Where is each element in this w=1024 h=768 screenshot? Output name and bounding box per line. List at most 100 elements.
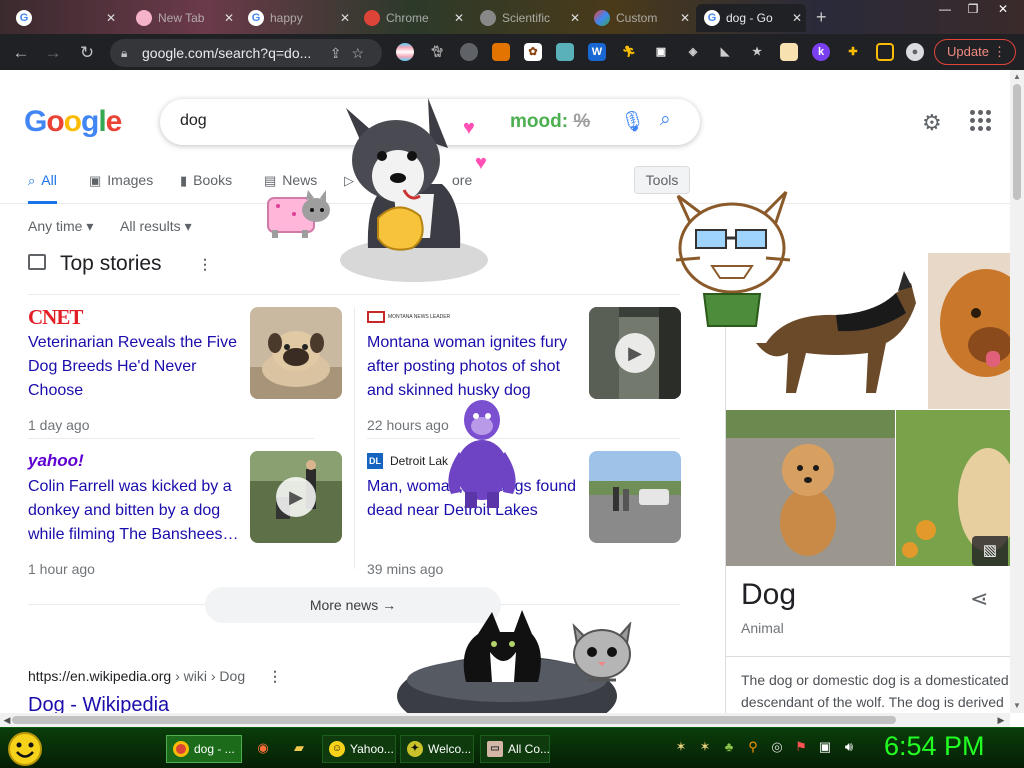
profile-avatar-icon[interactable]: ● xyxy=(906,43,924,61)
close-icon[interactable]: ✕ xyxy=(788,11,806,25)
tab-all[interactable]: ⌕ All xyxy=(28,172,57,204)
new-tab-icon[interactable]: + xyxy=(816,7,827,28)
star-extension-icon[interactable]: ★ xyxy=(748,43,766,61)
pug-thumbnail[interactable] xyxy=(250,307,342,399)
any-time-filter[interactable]: Any time ▾ xyxy=(28,218,93,235)
paw-extension-icon[interactable]: ✿ xyxy=(524,43,542,61)
maximize-icon[interactable]: ❐ xyxy=(958,0,988,18)
bookmark-star-icon[interactable]: ☆ xyxy=(351,45,374,61)
news-card[interactable]: DL Detroit Lak Man, woman, two dogs foun… xyxy=(367,451,697,595)
play-icon[interactable]: ▶ xyxy=(615,333,655,373)
sidepanel-icon[interactable] xyxy=(876,43,894,61)
k-extension-icon[interactable]: k xyxy=(812,43,830,61)
browser-tab[interactable]: G happy ✕ xyxy=(240,4,354,32)
news-headline[interactable]: Montana woman ignites fury after posting… xyxy=(367,331,579,403)
omnibox[interactable]: 🔒︎ google.com/search?q=do... ⇪☆ xyxy=(110,39,382,67)
scroll-down-icon[interactable]: ▼ xyxy=(1013,701,1021,711)
tab-books[interactable]: ▮ Books xyxy=(180,172,232,204)
search-icon[interactable]: ⌕ xyxy=(660,109,671,131)
tray-bird-icon[interactable]: ✶ xyxy=(696,739,714,755)
close-icon[interactable]: ✕ xyxy=(220,11,238,25)
tray-bird-icon[interactable]: ✶ xyxy=(672,739,690,755)
close-window-icon[interactable]: ✕ xyxy=(988,0,1018,18)
video-thumbnail[interactable]: ▶ xyxy=(589,307,681,399)
google-apps-icon[interactable] xyxy=(970,110,992,132)
taskbar-item-chrome[interactable]: dog - ... xyxy=(166,735,242,763)
horizontal-scrollbar[interactable]: ◀ ▶ xyxy=(0,713,1010,727)
settings-gear-icon[interactable]: ⚙ xyxy=(922,110,942,136)
video-thumbnail[interactable]: ▶ xyxy=(250,451,342,543)
more-vert-icon[interactable]: ⋮ xyxy=(198,256,212,273)
forward-icon[interactable]: → xyxy=(42,42,64,64)
fox-extension-icon[interactable] xyxy=(492,43,510,61)
scroll-left-icon[interactable]: ◀ xyxy=(2,715,12,725)
image-icon: ▣ xyxy=(89,173,102,188)
browser-tab[interactable]: G ✕ xyxy=(8,4,120,32)
share-icon[interactable]: ⋖ xyxy=(970,586,988,612)
microphone-icon[interactable]: 🎙︎ xyxy=(620,109,645,134)
close-icon[interactable]: ✕ xyxy=(676,11,694,25)
play-icon[interactable]: ▶ xyxy=(276,477,316,517)
cat-face-extension-icon[interactable] xyxy=(556,43,574,61)
tray-flag-icon[interactable]: ⚑ xyxy=(792,739,810,755)
close-icon[interactable]: ✕ xyxy=(102,11,120,25)
tray-search-icon[interactable]: ⚲ xyxy=(744,739,762,755)
vertical-scrollbar[interactable]: ▲ ▼ xyxy=(1010,70,1024,713)
cool-cat-sticker xyxy=(674,190,792,336)
cat-silhouette-extension-icon[interactable]: ◣ xyxy=(716,43,734,61)
search-input[interactable]: dog xyxy=(180,112,207,130)
shield-extension-icon[interactable]: ◈ xyxy=(684,43,702,61)
news-headline[interactable]: Colin Farrell was kicked by a donkey and… xyxy=(28,475,240,547)
result-title-link[interactable]: Dog - Wikipedia xyxy=(28,694,169,713)
browser-tab-active[interactable]: G dog - Go ✕ xyxy=(696,4,806,32)
golden-puppy-image[interactable] xyxy=(726,410,895,566)
news-card[interactable]: yahoo! Colin Farrell was kicked by a don… xyxy=(28,451,358,595)
scroll-thumb[interactable] xyxy=(1013,84,1021,200)
puzzle-extension-icon[interactable]: ✚ xyxy=(844,43,862,61)
crime-scene-thumbnail[interactable] xyxy=(589,451,681,543)
close-icon[interactable]: ✕ xyxy=(450,11,468,25)
image-gallery-icon[interactable]: ▧ xyxy=(972,536,1008,566)
close-icon[interactable]: ✕ xyxy=(566,11,584,25)
taskbar-item-yahoo[interactable]: ☺ Yahoo... xyxy=(322,735,396,763)
puppy-image[interactable] xyxy=(928,253,1010,409)
news-card[interactable]: CNET Veterinarian Reveals the Five Dog B… xyxy=(28,305,358,451)
scroll-thumb[interactable] xyxy=(12,716,896,724)
google-logo[interactable]: Google xyxy=(24,105,122,139)
tray-disc-icon[interactable]: ◎ xyxy=(768,739,786,755)
folder-icon[interactable]: ▰ xyxy=(290,738,308,758)
news-headline[interactable]: Veterinarian Reveals the Five Dog Breeds… xyxy=(28,331,240,403)
reload-icon[interactable]: ↻ xyxy=(76,42,98,64)
scroll-up-icon[interactable]: ▲ xyxy=(1013,72,1021,82)
tray-network-icon[interactable]: ▣ xyxy=(816,739,834,755)
scroll-right-icon[interactable]: ▶ xyxy=(996,715,1006,725)
tab-images[interactable]: ▣ Images xyxy=(89,172,153,204)
tray-volume-icon[interactable]: 🔊︎ xyxy=(840,739,858,755)
extension-icon[interactable] xyxy=(460,43,478,61)
browser-tab[interactable]: Custom ✕ xyxy=(586,4,694,32)
face-extension-icon[interactable] xyxy=(780,43,798,61)
system-clock[interactable]: 6:54 PM xyxy=(884,731,985,762)
update-button[interactable]: Update ⋮ xyxy=(934,39,1016,65)
all-results-filter[interactable]: All results ▾ xyxy=(120,218,192,235)
browser-tab[interactable]: Chrome ✕ xyxy=(356,4,468,32)
more-vert-icon[interactable]: ⋮ xyxy=(268,668,282,685)
minimize-icon[interactable]: — xyxy=(930,0,960,18)
tray-leaf-icon[interactable]: ♣ xyxy=(720,739,738,754)
pride-extension-icon[interactable] xyxy=(396,43,414,61)
w-extension-icon[interactable]: W xyxy=(588,43,606,61)
ghost-extension-icon[interactable]: ▣ xyxy=(652,43,670,61)
runner-extension-icon[interactable]: 🏃︎ xyxy=(620,43,638,61)
taskbar-item-all-controls[interactable]: ▭ All Co... xyxy=(480,735,550,763)
share-icon[interactable]: ⇪ xyxy=(330,45,352,61)
start-button[interactable] xyxy=(6,731,44,766)
browser-tab[interactable]: New Tab ✕ xyxy=(128,4,238,32)
browser-tab[interactable]: Scientific ✕ xyxy=(472,4,584,32)
firefox-icon[interactable]: ◉ xyxy=(254,738,272,758)
taskbar-item-welcome[interactable]: ✦ Welco... xyxy=(400,735,474,763)
result-url[interactable]: https://en.wikipedia.org › wiki › Dog xyxy=(28,668,245,684)
back-icon[interactable]: ← xyxy=(10,42,32,64)
cat-extension-icon[interactable]: 🐈︎ xyxy=(428,43,446,61)
news-card[interactable]: MONTANA NEWS LEADER Montana woman ignite… xyxy=(367,307,697,451)
close-icon[interactable]: ✕ xyxy=(336,11,354,25)
